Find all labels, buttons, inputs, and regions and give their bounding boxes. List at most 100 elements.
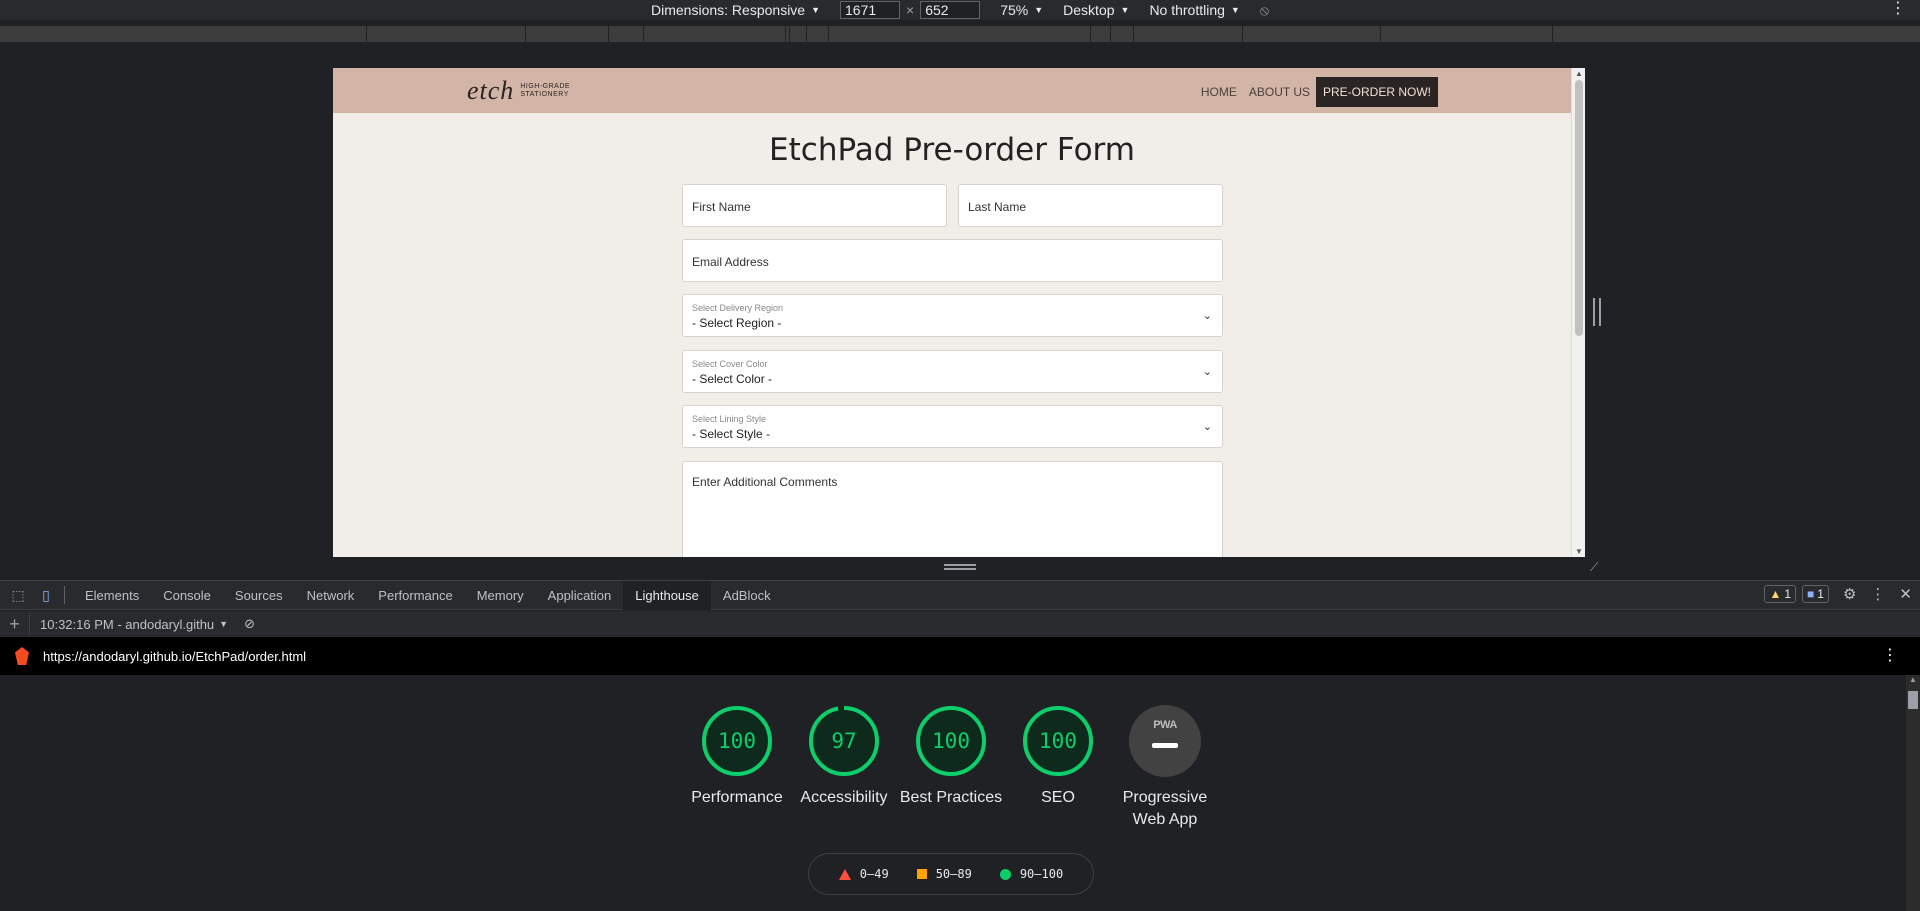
delivery-region-select[interactable]: Select Delivery Region - Select Region -… — [682, 294, 1223, 337]
scroll-up-icon[interactable]: ▲ — [1909, 675, 1917, 684]
lining-style-select[interactable]: Select Lining Style - Select Style - ⌄ — [682, 405, 1223, 448]
gauge-score: 97 — [831, 729, 857, 753]
score-gauge-best-practices[interactable]: 100 Best Practices — [896, 705, 1006, 809]
tab-lighthouse[interactable]: Lighthouse — [623, 580, 711, 610]
site-navbar: etch HIGH-GRADE STATIONERY HOME ABOUT US… — [333, 68, 1571, 113]
lighthouse-logo-icon — [15, 647, 29, 665]
close-icon[interactable]: ✕ — [1899, 585, 1912, 603]
gauge-score: 100 — [718, 729, 756, 753]
nav-about-link[interactable]: ABOUT US — [1249, 85, 1310, 99]
resize-corner-icon[interactable]: ⟋ — [1590, 560, 1598, 575]
device-toolbar: Dimensions: Responsive ▼ × 75% ▼ Desktop… — [0, 0, 1920, 20]
nav-home-link[interactable]: HOME — [1201, 85, 1237, 99]
throttling-dropdown[interactable]: No throttling ▼ — [1149, 2, 1239, 18]
messages-count: 1 — [1817, 587, 1824, 601]
report-url[interactable]: https://andodaryl.github.io/EtchPad/orde… — [43, 649, 306, 664]
inspect-element-icon[interactable]: ⬚ — [8, 585, 28, 605]
pwa-dash-icon — [1152, 743, 1178, 748]
tab-console[interactable]: Console — [151, 581, 223, 610]
color-floating-label: Select Cover Color — [692, 359, 768, 369]
lining-floating-label: Select Lining Style — [692, 414, 767, 424]
last-name-input[interactable]: Last Name — [958, 184, 1223, 227]
tab-memory[interactable]: Memory — [465, 581, 536, 610]
pass-circle-icon — [999, 868, 1011, 880]
first-name-placeholder: First Name — [692, 200, 751, 214]
device-toggle-icon[interactable]: ▯ — [36, 585, 56, 605]
form-title: EtchPad Pre-order Form — [769, 132, 1135, 168]
site-logo[interactable]: etch HIGH-GRADE STATIONERY — [467, 76, 570, 106]
tab-performance[interactable]: Performance — [366, 581, 464, 610]
tab-elements[interactable]: Elements — [73, 581, 151, 610]
logo-tagline: HIGH-GRADE STATIONERY — [520, 83, 570, 99]
scroll-up-icon[interactable]: ▲ — [1575, 69, 1583, 78]
chevron-down-icon: ⌄ — [1202, 310, 1212, 322]
gauge-ring: 100 — [1022, 705, 1094, 777]
zoom-dropdown[interactable]: 75% ▼ — [1000, 2, 1043, 18]
score-gauge-seo[interactable]: 100 SEO — [1003, 705, 1113, 809]
gauge-label: SEO — [1041, 789, 1075, 806]
emulated-viewport: etch HIGH-GRADE STATIONERY HOME ABOUT US… — [333, 68, 1585, 557]
pwa-badge: PWA — [1129, 705, 1201, 777]
settings-gear-icon[interactable]: ⚙ — [1843, 585, 1856, 603]
clear-reports-icon[interactable]: ⊘ — [244, 616, 255, 632]
legend-average-range: 50–89 — [935, 867, 972, 881]
devtools-menu-icon[interactable]: ⋮ — [1870, 585, 1885, 603]
tab-application[interactable]: Application — [536, 581, 624, 610]
chevron-down-icon: ⌄ — [1202, 421, 1212, 433]
color-selected-value: - Select Color - — [692, 372, 773, 386]
more-options-icon[interactable]: ⋮ — [1890, 0, 1906, 18]
caret-down-icon[interactable]: ▼ — [219, 619, 228, 629]
score-gauge-accessibility[interactable]: 97 Accessibility — [789, 705, 899, 809]
scroll-down-icon[interactable]: ▼ — [1575, 547, 1583, 556]
media-query-ruler[interactable] — [0, 26, 1920, 42]
width-input[interactable] — [840, 1, 901, 19]
gauge-label: Best Practices — [899, 789, 1003, 806]
tab-network[interactable]: Network — [295, 581, 367, 610]
gauge-score: 100 — [1039, 729, 1077, 753]
cover-color-select[interactable]: Select Cover Color - Select Color - ⌄ — [682, 350, 1223, 393]
score-gauge-performance[interactable]: 100 Performance — [682, 705, 792, 809]
dimensions-dropdown[interactable]: Dimensions: Responsive ▼ — [651, 2, 820, 18]
viewport-width-handle[interactable] — [1593, 298, 1601, 326]
region-floating-label: Select Delivery Region — [692, 303, 784, 313]
message-icon: ■ — [1807, 587, 1815, 601]
messages-badge[interactable]: ■ 1 — [1802, 585, 1829, 603]
caret-down-icon: ▼ — [1230, 5, 1240, 15]
warning-icon: ▲ — [1769, 587, 1782, 601]
scrollbar-thumb[interactable] — [1908, 691, 1918, 709]
new-report-icon[interactable]: + — [0, 613, 30, 635]
gauge-ring: 97 — [808, 705, 880, 777]
device-type-label: Desktop — [1063, 2, 1115, 18]
chevron-down-icon: ⌄ — [1202, 366, 1212, 378]
logo-tagline-line-1: HIGH-GRADE — [520, 83, 571, 90]
email-placeholder: Email Address — [692, 255, 769, 269]
times-sign: × — [906, 2, 915, 18]
scrollbar-thumb[interactable] — [1575, 80, 1583, 336]
dimensions-label: Dimensions: Responsive — [651, 2, 806, 18]
report-scrollbar[interactable]: ▲ — [1906, 675, 1920, 911]
viewport-scrollbar[interactable]: ▲ ▼ — [1571, 68, 1585, 557]
height-input[interactable] — [920, 1, 981, 19]
logo-tagline-line-2: STATIONERY — [520, 91, 569, 98]
rotate-button[interactable]: ⦸ — [1260, 2, 1269, 19]
comments-textarea[interactable]: Enter Additional Comments — [682, 461, 1223, 557]
viewport-height-handle[interactable] — [944, 564, 976, 572]
nav-preorder-button[interactable]: PRE-ORDER NOW! — [1316, 77, 1438, 107]
rotate-icon: ⦸ — [1259, 1, 1269, 18]
score-gauge-pwa[interactable]: PWA Progressive Web App — [1110, 705, 1220, 831]
report-session-select[interactable]: 10:32:16 PM - andodaryl.githu — [40, 617, 214, 632]
zoom-label: 75% — [1000, 2, 1029, 18]
warnings-badge[interactable]: ▲ 1 — [1764, 585, 1797, 603]
divider — [64, 586, 65, 604]
tab-sources[interactable]: Sources — [223, 581, 295, 610]
report-menu-icon[interactable]: ⋮ — [1882, 645, 1898, 665]
email-input[interactable]: Email Address — [682, 239, 1223, 282]
comments-placeholder: Enter Additional Comments — [692, 475, 838, 489]
gauge-label: Performance — [691, 789, 783, 806]
device-type-dropdown[interactable]: Desktop ▼ — [1063, 2, 1129, 18]
lighthouse-toolbar: + 10:32:16 PM - andodaryl.githu ▼ ⊘ — [0, 611, 1920, 637]
first-name-input[interactable]: First Name — [682, 184, 947, 227]
tab-adblock[interactable]: AdBlock — [711, 581, 783, 610]
gauge-ring: 100 — [701, 705, 773, 777]
pwa-badge-text: PWA — [1153, 719, 1177, 731]
